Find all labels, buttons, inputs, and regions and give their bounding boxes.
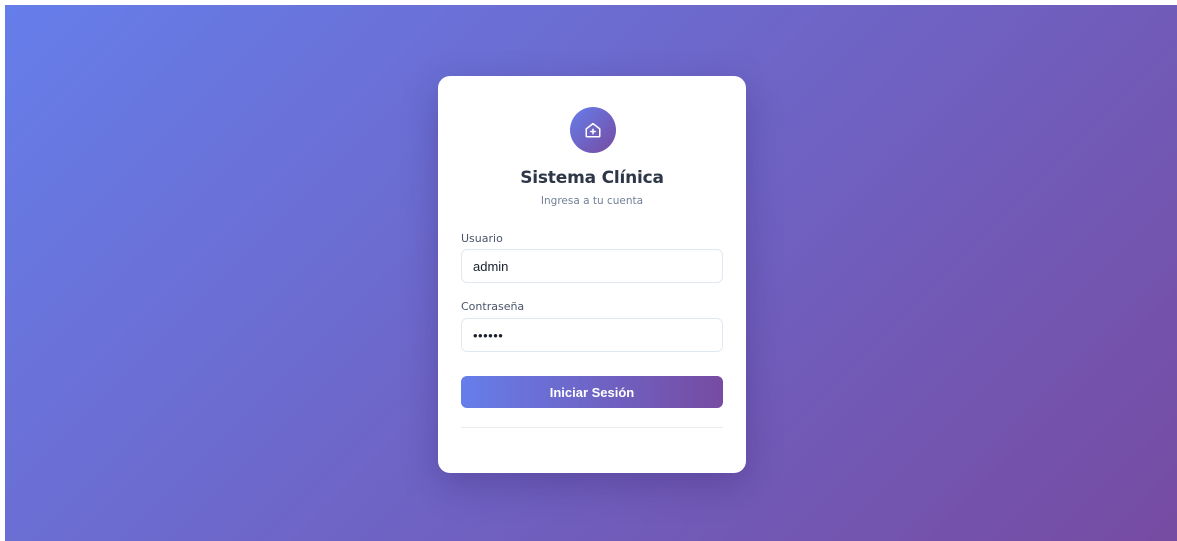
password-label: Contraseña: [461, 300, 525, 313]
hospital-home-icon: [585, 122, 601, 138]
divider: [461, 427, 723, 428]
logo-badge: [570, 107, 616, 153]
username-label: Usuario: [461, 232, 503, 245]
username-input[interactable]: [461, 249, 723, 283]
login-background: Sistema Clínica Ingresa a tu cuenta Usua…: [5, 5, 1177, 541]
page-subtitle: Ingresa a tu cuenta: [540, 195, 644, 207]
page-title: Sistema Clínica: [520, 168, 664, 188]
password-input[interactable]: [461, 318, 723, 352]
login-card: Sistema Clínica Ingresa a tu cuenta Usua…: [438, 76, 746, 473]
login-button[interactable]: Iniciar Sesión: [461, 376, 723, 408]
